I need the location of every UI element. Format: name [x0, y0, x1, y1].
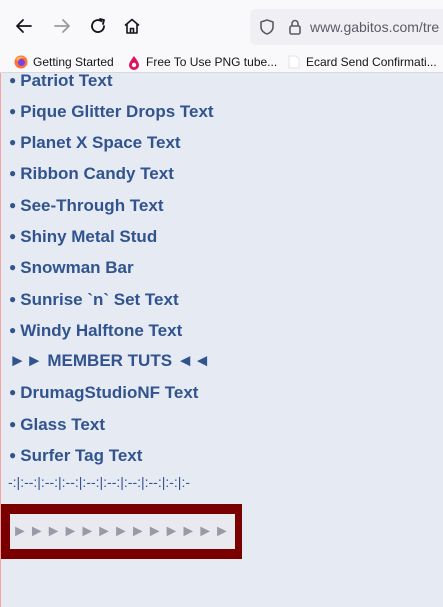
forward-arrow-icon [54, 19, 70, 33]
link-label: Planet X Space Text [20, 133, 181, 152]
member-tuts-heading: ►► MEMBER TUTS ◄◄ [9, 351, 210, 371]
link-label: Patriot Text [20, 73, 113, 90]
firefox-icon [14, 55, 28, 69]
link-see-through[interactable]: ● See-Through Text [9, 195, 164, 216]
link-label: Glass Text [20, 415, 105, 434]
bullet-icon: ● [9, 260, 17, 274]
bookmark-label: Free To Use PNG tube... [146, 55, 278, 69]
bullet-icon: ● [9, 229, 17, 243]
bullet-icon: ● [9, 198, 17, 212]
reload-button[interactable] [84, 12, 112, 40]
link-planet-x-space[interactable]: ● Planet X Space Text [9, 132, 181, 153]
link-windy-halftone[interactable]: ● Windy Halftone Text [9, 320, 182, 341]
link-glass-text[interactable]: ● Glass Text [9, 414, 105, 435]
home-icon [124, 18, 140, 34]
bookmark-ecard[interactable]: Ecard Send Confirmati... [288, 52, 437, 72]
link-label: See-Through Text [20, 196, 164, 215]
arrow-row: ►►►►►►►►►►►►► [10, 514, 235, 549]
home-button[interactable] [118, 12, 146, 40]
bookmarks-toolbar: Getting Started Free To Use PNG tube... … [0, 52, 443, 73]
bookmark-png-tube[interactable]: Free To Use PNG tube... [128, 52, 277, 72]
link-patriot-text[interactable]: ● Patriot Text [9, 73, 113, 91]
link-label: Sunrise `n` Set Text [20, 290, 179, 309]
bullet-icon: ● [9, 104, 17, 118]
pink-drop-icon [129, 55, 139, 70]
bullet-icon: ● [9, 135, 17, 149]
link-label: Shiny Metal Stud [20, 227, 158, 246]
link-label: Windy Halftone Text [20, 321, 183, 340]
arrow-banner-box: ►►►►►►►►►►►►► [1, 504, 242, 559]
link-label: Snowman Bar [20, 258, 134, 277]
heading-label: ►► MEMBER TUTS ◄◄ [9, 351, 211, 370]
page-content: ● Patriot Text ● Pique Glitter Drops Text … [0, 73, 443, 607]
bookmark-label: Getting Started [33, 55, 114, 69]
link-sunrise-n-set[interactable]: ● Sunrise `n` Set Text [9, 289, 179, 310]
link-pique-glitter-drops[interactable]: ● Pique Glitter Drops Text [9, 101, 214, 122]
bookmark-label: Ecard Send Confirmati... [306, 55, 437, 69]
bullet-icon: ● [9, 323, 17, 337]
link-ribbon-candy[interactable]: ● Ribbon Candy Text [9, 163, 174, 184]
bullet-icon: ● [9, 166, 17, 180]
link-label: DrumagStudioNF Text [20, 383, 199, 402]
link-label: Ribbon Candy Text [20, 164, 174, 183]
bookmark-getting-started[interactable]: Getting Started [14, 52, 114, 72]
link-surfer-tag[interactable]: ● Surfer Tag Text [9, 445, 142, 466]
browser-toolbar: www.gabitos.com/tre [0, 0, 443, 52]
lock-icon[interactable] [286, 18, 304, 36]
bullet-icon: ● [9, 385, 17, 399]
blank-page-icon [288, 55, 300, 69]
link-label: Surfer Tag Text [20, 446, 143, 465]
bullet-icon: ● [9, 417, 17, 431]
back-button[interactable] [10, 12, 38, 40]
url-text[interactable]: www.gabitos.com/tre [310, 19, 439, 35]
bullet-icon: ● [9, 292, 17, 306]
link-shiny-metal-stud[interactable]: ● Shiny Metal Stud [9, 226, 157, 247]
link-snowman-bar[interactable]: ● Snowman Bar [9, 257, 134, 278]
bullet-icon: ● [9, 448, 17, 462]
forward-button[interactable] [48, 12, 76, 40]
bullet-icon: ● [9, 73, 17, 87]
reload-icon [91, 18, 105, 33]
decorative-divider: -:|:--:|:--:|:--:|:--:|:--:|:--:|:--:|:-… [8, 474, 190, 490]
link-label: Pique Glitter Drops Text [20, 102, 214, 121]
link-drumag-studio[interactable]: ● DrumagStudioNF Text [9, 382, 198, 403]
shield-icon[interactable] [258, 18, 276, 36]
back-arrow-icon [16, 19, 32, 33]
address-bar[interactable]: www.gabitos.com/tre [250, 9, 443, 45]
